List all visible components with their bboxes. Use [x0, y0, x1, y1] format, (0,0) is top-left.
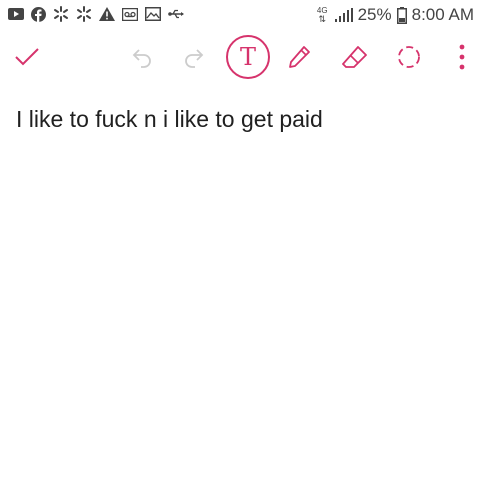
image-icon: [145, 7, 161, 21]
voicemail-icon: [122, 7, 138, 21]
pen-icon[interactable]: [284, 42, 314, 72]
youtube-icon: [8, 7, 24, 21]
walmart-spark-icon: [76, 6, 92, 22]
undo-icon[interactable]: [128, 42, 156, 72]
battery-percent: 25%: [357, 5, 392, 24]
usb-icon: [168, 9, 184, 19]
walmart-spark-icon: [53, 6, 69, 22]
network-type-icon: 4G ⇅: [316, 6, 328, 24]
check-icon[interactable]: [12, 42, 42, 72]
notification-icons: [8, 6, 184, 22]
clock: 8:00 AM: [411, 5, 474, 24]
text-tool-letter: T: [239, 43, 256, 71]
lasso-select-icon[interactable]: [394, 42, 424, 72]
warning-icon: [99, 7, 115, 21]
editor-toolbar: T: [0, 32, 500, 82]
facebook-icon: [31, 6, 46, 22]
more-options-icon[interactable]: [452, 42, 472, 72]
system-status: 4G ⇅ 25% 8:00 AM: [317, 5, 474, 25]
signal-icon: [334, 8, 353, 22]
note-text[interactable]: I like to fuck n i like to get paid: [16, 104, 484, 134]
note-editor[interactable]: I like to fuck n i like to get paid: [16, 104, 484, 134]
battery-icon: [396, 6, 407, 24]
eraser-icon[interactable]: [340, 42, 370, 72]
redo-icon[interactable]: [180, 42, 208, 72]
text-tool-icon[interactable]: T: [225, 34, 271, 80]
status-bar: 4G ⇅ 25% 8:00 AM: [0, 0, 500, 32]
